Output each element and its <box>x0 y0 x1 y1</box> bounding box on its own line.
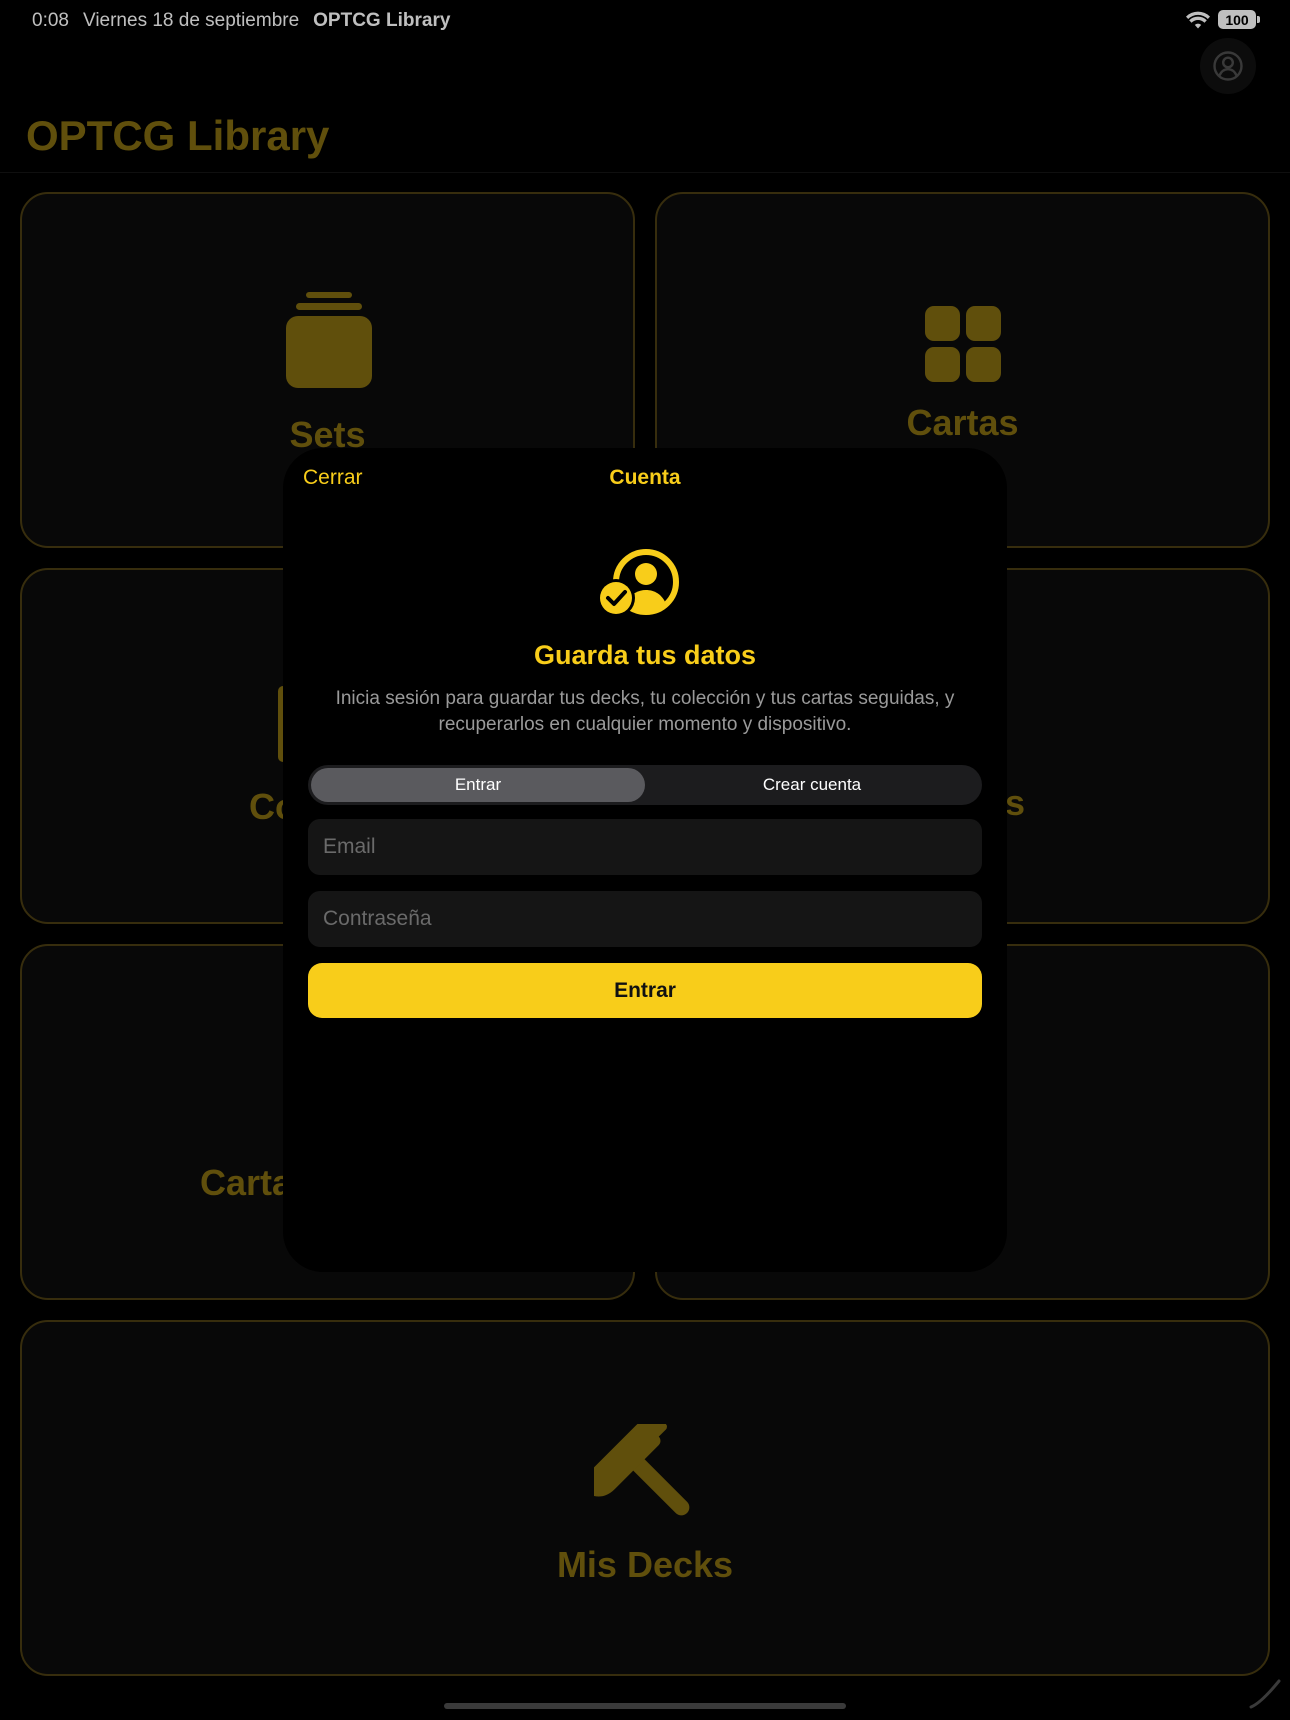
pencil-icon <box>1249 1679 1281 1709</box>
sheet-title: Cuenta <box>609 466 681 489</box>
auth-mode-segmented-control: Entrar Crear cuenta <box>308 765 982 805</box>
hero-title: Guarda tus datos <box>533 640 757 670</box>
email-field[interactable] <box>308 819 982 875</box>
password-field[interactable] <box>308 891 982 947</box>
account-sheet: Cerrar Cuenta Guarda tus datos Inicia se… <box>283 448 1007 1272</box>
person-check-icon <box>598 549 679 617</box>
home-indicator[interactable] <box>444 1703 846 1709</box>
segment-crear-cuenta[interactable]: Crear cuenta <box>645 768 979 802</box>
submit-button[interactable]: Entrar <box>308 963 982 1018</box>
hero-description: Inicia sesión para guardar tus decks, tu… <box>335 688 955 735</box>
sheet-header: Cerrar Cuenta <box>283 448 1007 508</box>
segment-entrar[interactable]: Entrar <box>311 768 645 802</box>
